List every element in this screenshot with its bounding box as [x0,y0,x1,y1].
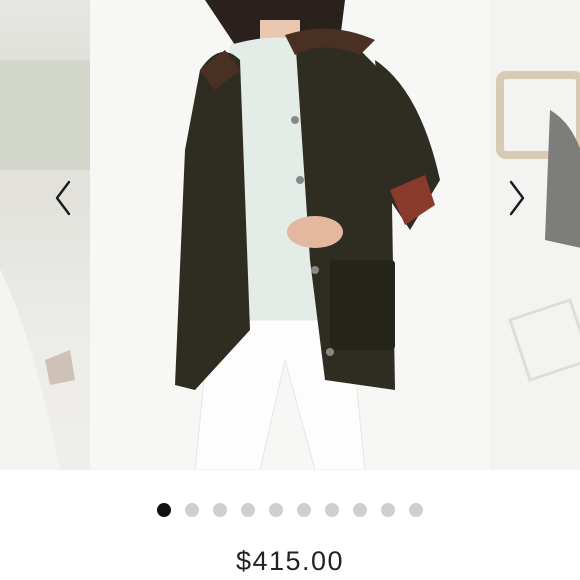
pagination-dot[interactable] [325,503,339,517]
image-carousel[interactable] [0,0,580,470]
chevron-right-icon [509,180,525,216]
previous-slide-image [0,60,90,470]
pagination-dot[interactable] [213,503,227,517]
product-image [90,0,490,470]
pagination-dot[interactable] [185,503,199,517]
pagination-dot[interactable] [381,503,395,517]
pagination-dot[interactable] [157,503,171,517]
carousel-pagination [0,503,580,517]
pagination-dot[interactable] [409,503,423,517]
pagination-dot[interactable] [241,503,255,517]
listing-price: $415.00 [235,546,345,576]
pagination-dot[interactable] [297,503,311,517]
next-image-button[interactable] [504,178,530,218]
jacket-photo [175,0,440,470]
next-slide-preview[interactable] [490,0,580,470]
pagination-dot[interactable] [269,503,283,517]
pagination-dot[interactable] [353,503,367,517]
chevron-left-icon [55,180,71,216]
previous-image-button[interactable] [50,178,76,218]
next-slide-image [496,71,580,382]
previous-slide-preview[interactable] [0,0,90,470]
